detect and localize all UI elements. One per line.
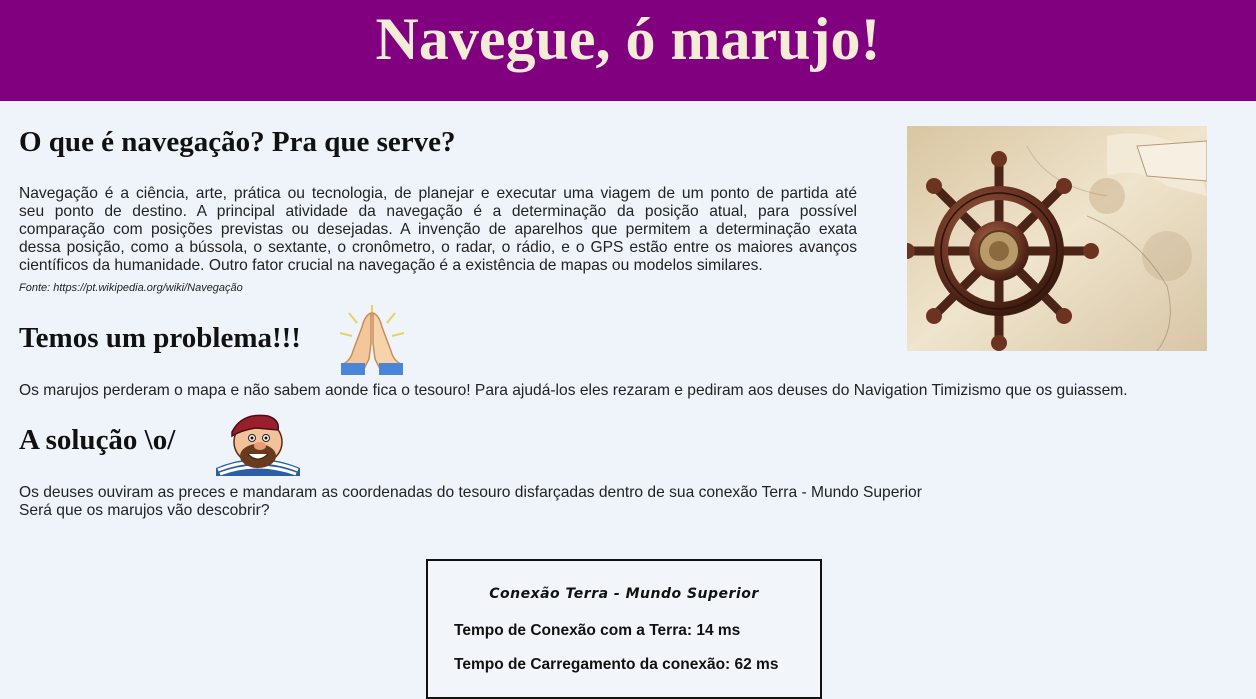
section-heading-problem: Temos um problema!!!	[19, 322, 301, 354]
connection-time-label: Tempo de Conexão com a Terra:	[454, 622, 697, 639]
load-time-value: 62 ms	[734, 656, 779, 673]
source-citation: Fonte: https://pt.wikipedia.org/wiki/Nav…	[19, 282, 243, 294]
connection-box-title: Conexão Terra - Mundo Superior	[489, 586, 759, 602]
connection-box: Conexão Terra - Mundo Superior Tempo de …	[426, 559, 822, 699]
section-heading-solution: A solução \o/	[19, 424, 176, 456]
paragraph-line: dessa posição, como a bússola, o sextant…	[19, 239, 857, 256]
problem-text: Os marujos perderam o mapa e não sabem a…	[19, 382, 1128, 399]
paragraph-line: científicos da humanidade. Outro fator c…	[19, 257, 763, 274]
paragraph-line: seu ponto de destino. A principal ativid…	[19, 203, 857, 220]
praying-hands-icon	[335, 303, 409, 375]
pirate-icon	[212, 412, 304, 476]
page-title: Navegue, ó marujo!	[375, 6, 881, 72]
load-time-line: Tempo de Carregamento da conexão: 62 ms	[454, 656, 778, 674]
connection-time-value: 14 ms	[696, 622, 741, 639]
page-header: Navegue, ó marujo!	[0, 0, 1256, 101]
ship-wheel-image	[907, 126, 1207, 351]
solution-question: Será que os marujos vão descobrir?	[19, 502, 270, 519]
section-heading-navigation: O que é navegação? Pra que serve?	[19, 126, 456, 158]
connection-time-line: Tempo de Conexão com a Terra: 14 ms	[454, 622, 740, 640]
paragraph-line: comparação com posições previstas ou des…	[19, 221, 857, 238]
paragraph-line: Navegação é a ciência, arte, prática ou …	[19, 185, 857, 202]
solution-text: Os deuses ouviram as preces e mandaram a…	[19, 484, 922, 501]
load-time-label: Tempo de Carregamento da conexão:	[454, 656, 735, 673]
